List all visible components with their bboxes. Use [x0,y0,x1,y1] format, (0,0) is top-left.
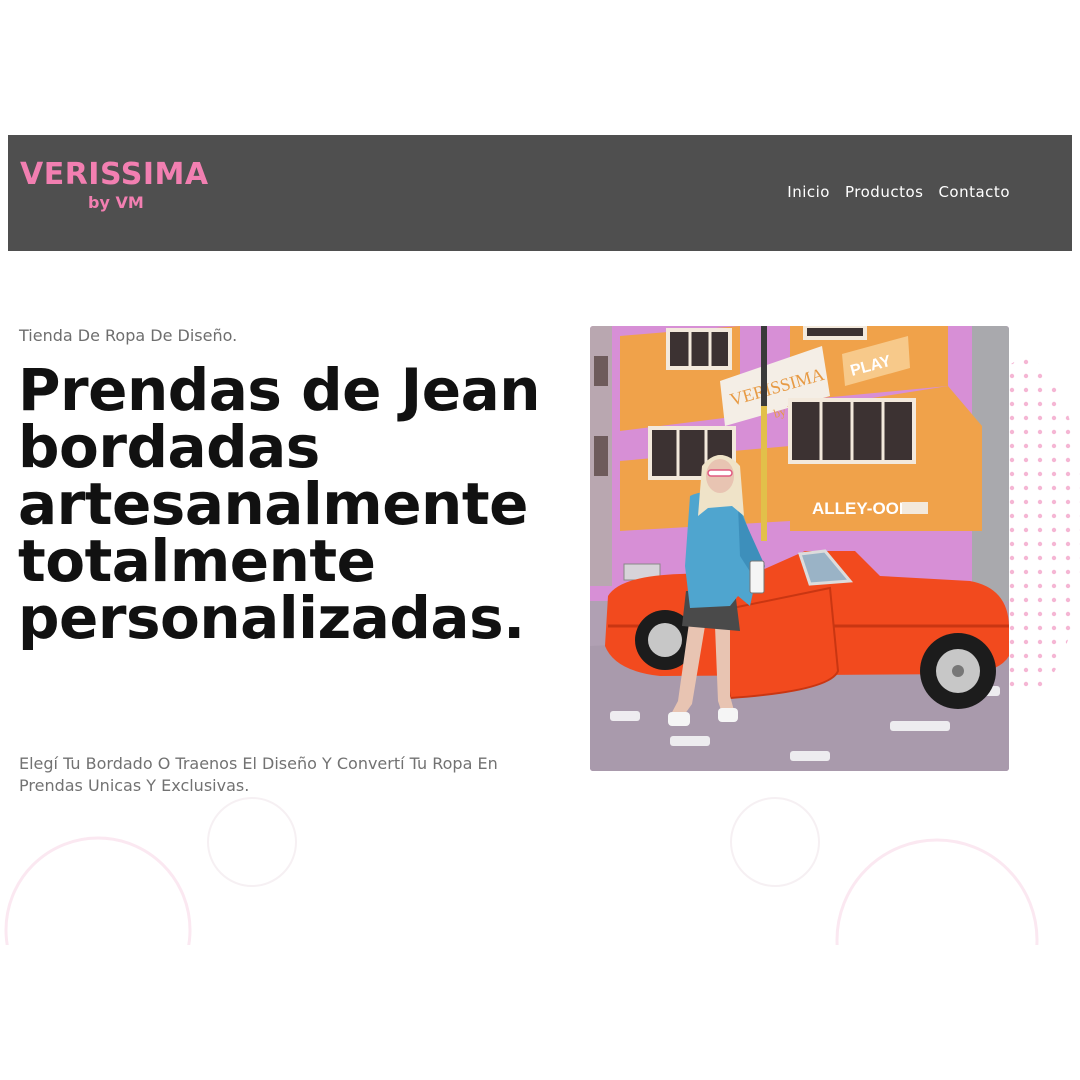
hero-kicker: Tienda De Ropa De Diseño. [19,326,238,345]
nav-link-productos[interactable]: Productos [845,183,923,201]
brand-name: VERISSIMA [20,157,209,192]
dot-pattern-decoration [1005,359,1080,695]
hero-headline: Prendas de Jean bordadas artesanalmente … [18,356,541,652]
site-header: VERISSIMA by VM Inicio Productos Contact… [8,135,1072,251]
nav-link-inicio[interactable]: Inicio [787,183,830,201]
brand-subtitle: by VM [88,193,144,212]
circle-decorations [0,797,1080,950]
hero-photo: VERISSIMA by VM PLAY ALLEY- [590,326,1009,771]
landing-page: VERISSIMA by VM Inicio Productos Contact… [0,0,1080,1080]
mural-alley-text: ALLEY-OOP [812,499,910,518]
main-nav: Inicio Productos Contacto [787,183,1010,201]
nav-link-contacto[interactable]: Contacto [938,183,1010,201]
brand-logo[interactable]: VERISSIMA by VM [20,157,220,213]
